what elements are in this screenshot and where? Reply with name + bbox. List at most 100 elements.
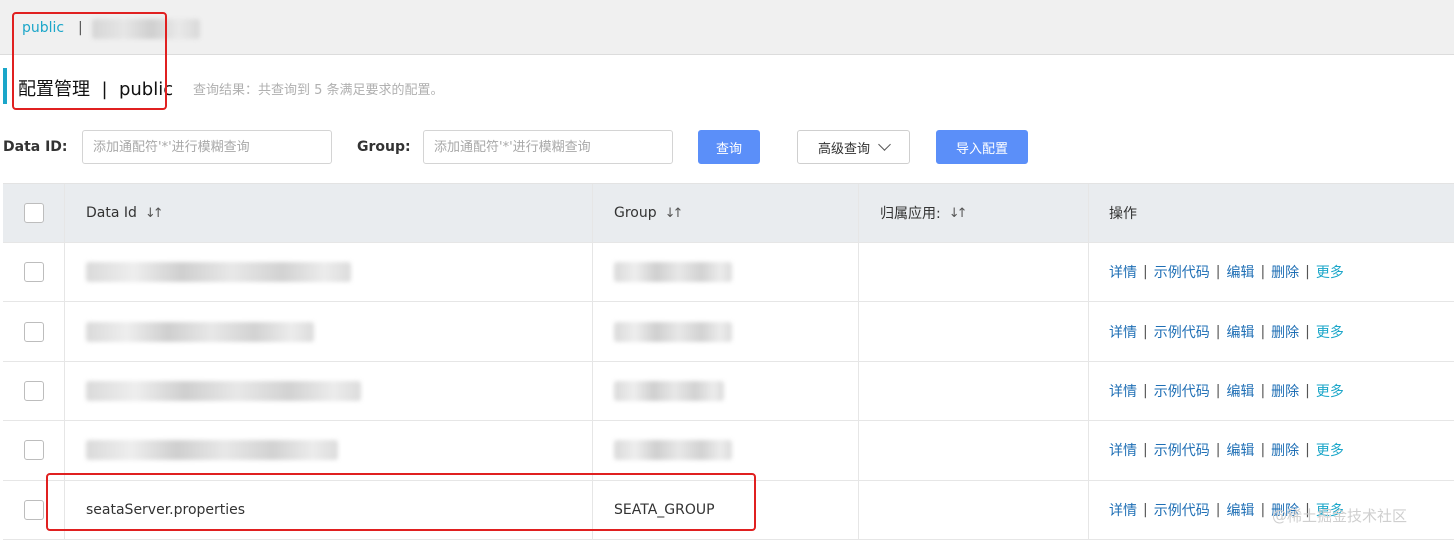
row-checkbox-cell bbox=[3, 421, 65, 480]
sample-code-link[interactable]: 示例代码 bbox=[1154, 262, 1210, 282]
data-id-cell: seataServer.properties bbox=[65, 480, 593, 539]
ops-cell: 详情 | 示例代码 | 编辑 | 删除 | 更多 bbox=[1089, 362, 1454, 420]
sort-icon[interactable]: ↓↑ bbox=[145, 206, 164, 221]
action-separator: | bbox=[1215, 382, 1221, 399]
action-separator: | bbox=[1260, 442, 1266, 459]
import-config-label: 导入配置 bbox=[955, 141, 1008, 157]
data-id-blurred bbox=[86, 380, 361, 401]
import-config-button[interactable]: 导入配置 bbox=[936, 130, 1028, 164]
edit-link[interactable]: 编辑 bbox=[1226, 381, 1254, 401]
sample-code-link[interactable]: 示例代码 bbox=[1154, 440, 1210, 460]
detail-link[interactable]: 详情 bbox=[1109, 262, 1137, 282]
delete-link[interactable]: 删除 bbox=[1271, 322, 1299, 342]
group-blurred bbox=[614, 440, 732, 461]
row-checkbox[interactable] bbox=[23, 499, 44, 520]
action-separator: | bbox=[1305, 442, 1310, 459]
group-cell bbox=[593, 243, 859, 302]
namespace-separator: | bbox=[78, 20, 83, 36]
action-separator: | bbox=[1260, 323, 1266, 340]
row-checkbox[interactable] bbox=[23, 262, 44, 283]
action-separator: | bbox=[1143, 323, 1148, 340]
header-data-id[interactable]: Data Id ↓↑ bbox=[65, 184, 593, 242]
sample-code-link[interactable]: 示例代码 bbox=[1154, 381, 1210, 401]
action-separator: | bbox=[1260, 264, 1266, 281]
namespace-bar: public | bbox=[0, 0, 1454, 55]
select-all-checkbox[interactable] bbox=[23, 203, 44, 223]
app-cell bbox=[859, 480, 1089, 539]
sort-icon[interactable]: ↓↑ bbox=[949, 206, 968, 221]
edit-link[interactable]: 编辑 bbox=[1226, 500, 1254, 520]
ops-cell: 详情 | 示例代码 | 编辑 | 删除 | 更多 bbox=[1089, 421, 1454, 479]
sort-icon[interactable]: ↓↑ bbox=[665, 206, 684, 221]
detail-link[interactable]: 详情 bbox=[1109, 500, 1137, 520]
detail-link[interactable]: 详情 bbox=[1109, 322, 1137, 342]
table-row: 详情 | 示例代码 | 编辑 | 删除 | 更多 bbox=[3, 361, 1454, 422]
group-cell: SEATA_GROUP bbox=[593, 480, 859, 539]
action-separator: | bbox=[1260, 501, 1266, 518]
data-id-search-input[interactable] bbox=[82, 130, 332, 164]
action-separator: | bbox=[1143, 382, 1148, 399]
action-separator: | bbox=[1143, 442, 1148, 459]
row-checkbox[interactable] bbox=[23, 440, 44, 461]
table-row: seataServer.properties SEATA_GROUP 详情 | … bbox=[3, 480, 1454, 540]
app-cell bbox=[859, 421, 1089, 480]
action-separator: | bbox=[1215, 264, 1221, 281]
edit-link[interactable]: 编辑 bbox=[1226, 440, 1254, 460]
advanced-query-button[interactable]: 高级查询 bbox=[797, 130, 910, 164]
more-link[interactable]: 更多 bbox=[1316, 381, 1344, 401]
header-app[interactable]: 归属应用: ↓↑ bbox=[859, 184, 1089, 242]
app-cell bbox=[859, 302, 1089, 361]
data-id-blurred bbox=[86, 262, 351, 283]
namespace-public-link[interactable]: public bbox=[22, 20, 64, 36]
row-actions: 详情 | 示例代码 | 编辑 | 删除 | 更多 bbox=[1109, 262, 1344, 282]
group-blurred bbox=[614, 380, 724, 401]
query-button[interactable]: 查询 bbox=[698, 130, 760, 164]
table-row: 详情 | 示例代码 | 编辑 | 删除 | 更多 bbox=[3, 302, 1454, 362]
group-label: Group: bbox=[357, 139, 411, 155]
header-ops-label: 操作 bbox=[1109, 206, 1137, 222]
data-id-label: Data ID: bbox=[3, 139, 68, 155]
advanced-query-label: 高级查询 bbox=[817, 141, 870, 157]
delete-link[interactable]: 删除 bbox=[1271, 262, 1299, 282]
app-cell bbox=[859, 361, 1089, 421]
query-button-label: 查询 bbox=[715, 141, 742, 157]
group-blurred bbox=[614, 262, 732, 283]
header-checkbox-cell bbox=[3, 184, 65, 242]
action-separator: | bbox=[1305, 382, 1310, 399]
header-group-label: Group bbox=[614, 205, 657, 221]
header-data-id-label: Data Id bbox=[86, 205, 137, 221]
detail-link[interactable]: 详情 bbox=[1109, 381, 1137, 401]
row-checkbox[interactable] bbox=[23, 321, 44, 342]
group-cell bbox=[593, 361, 859, 421]
ops-cell: 详情 | 示例代码 | 编辑 | 删除 | 更多 bbox=[1089, 302, 1454, 360]
config-table: Data Id ↓↑ Group ↓↑ 归属应用: ↓↑ 操作 详情 | 示例代… bbox=[3, 183, 1454, 540]
data-id-blurred bbox=[86, 440, 338, 461]
more-link[interactable]: 更多 bbox=[1316, 440, 1344, 460]
action-separator: | bbox=[1215, 442, 1221, 459]
more-link[interactable]: 更多 bbox=[1316, 262, 1344, 282]
action-separator: | bbox=[1305, 264, 1310, 281]
table-header-row: Data Id ↓↑ Group ↓↑ 归属应用: ↓↑ 操作 bbox=[3, 184, 1454, 243]
query-result-text: 查询结果：共查询到 5 条满足要求的配置。 bbox=[193, 83, 444, 98]
delete-link[interactable]: 删除 bbox=[1271, 440, 1299, 460]
group-search-input[interactable] bbox=[423, 130, 673, 164]
header-group[interactable]: Group ↓↑ bbox=[593, 184, 859, 242]
detail-link[interactable]: 详情 bbox=[1109, 440, 1137, 460]
edit-link[interactable]: 编辑 bbox=[1226, 262, 1254, 282]
sample-code-link[interactable]: 示例代码 bbox=[1154, 322, 1210, 342]
table-row: 详情 | 示例代码 | 编辑 | 删除 | 更多 bbox=[3, 421, 1454, 481]
data-id-cell bbox=[65, 361, 593, 421]
more-link[interactable]: 更多 bbox=[1316, 322, 1344, 342]
header-ops: 操作 bbox=[1089, 184, 1454, 242]
group-cell bbox=[593, 421, 859, 480]
edit-link[interactable]: 编辑 bbox=[1226, 322, 1254, 342]
delete-link[interactable]: 删除 bbox=[1271, 381, 1299, 401]
sample-code-link[interactable]: 示例代码 bbox=[1154, 500, 1210, 520]
row-checkbox-cell bbox=[3, 243, 65, 302]
row-checkbox[interactable] bbox=[23, 380, 44, 401]
action-separator: | bbox=[1143, 264, 1148, 281]
namespace-blurred-item[interactable] bbox=[92, 19, 200, 39]
data-id-value: seataServer.properties bbox=[86, 501, 246, 518]
group-value: SEATA_GROUP bbox=[614, 501, 715, 518]
chevron-down-icon bbox=[878, 138, 891, 151]
